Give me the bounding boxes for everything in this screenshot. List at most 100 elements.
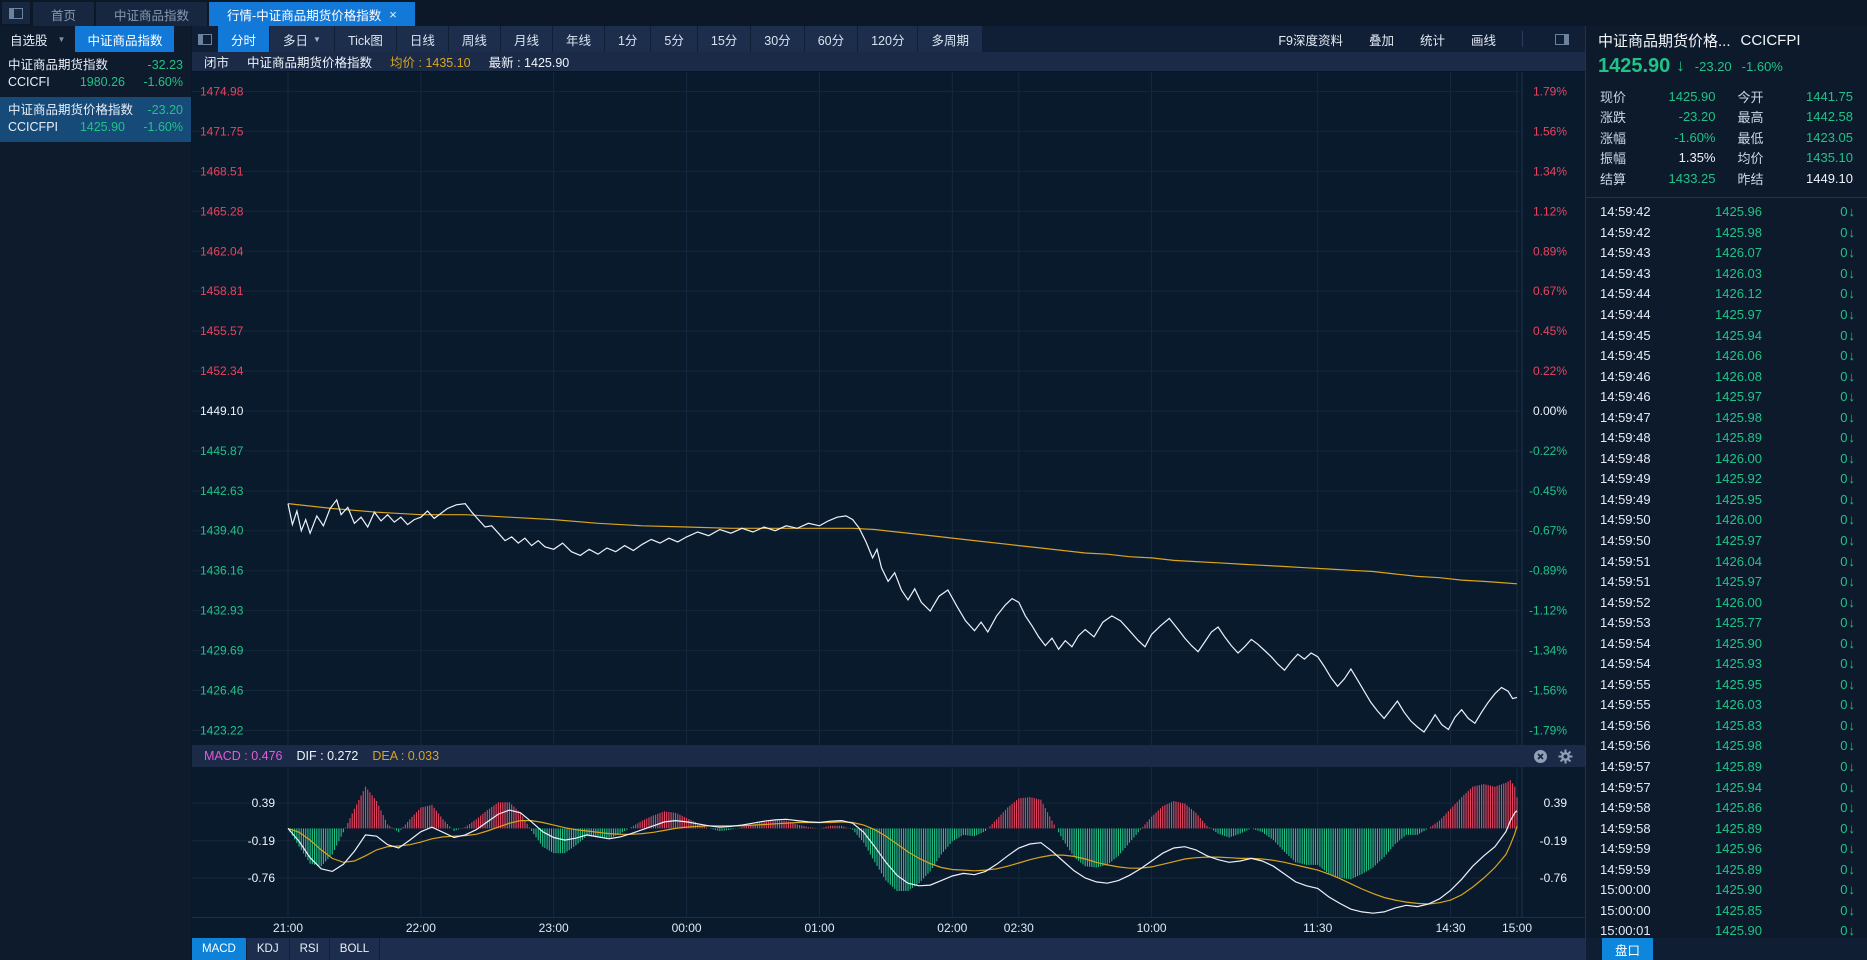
tick-price: 1425.93	[1715, 656, 1762, 672]
gear-icon[interactable]	[1558, 749, 1573, 764]
tick-row[interactable]: 14:59:51 1425.97 0↓	[1586, 571, 1867, 592]
chevron-down-icon: ▼	[57, 34, 66, 44]
tick-row[interactable]: 14:59:43 1426.03 0↓	[1586, 263, 1867, 284]
tab-pankou[interactable]: 盘口	[1602, 938, 1654, 960]
toolbar-action-统计[interactable]: 统计	[1420, 30, 1445, 49]
period-button-多日[interactable]: 多日 ▼	[270, 26, 334, 52]
tick-row[interactable]: 14:59:44 1426.12 0↓	[1586, 284, 1867, 305]
period-button-60分[interactable]: 60分	[804, 26, 858, 52]
tick-row[interactable]: 15:00:00 1425.90 0↓	[1586, 880, 1867, 901]
macd-chart[interactable]: 0.39 0.39 -0.19 -0.19 -0.76 -0.76	[192, 767, 1585, 917]
tick-price: 1425.98	[1715, 409, 1762, 425]
quote-field-value: 1433.25	[1668, 170, 1716, 186]
indicator-tab-RSI[interactable]: RSI	[290, 938, 330, 960]
period-button-日线[interactable]: 日线	[396, 26, 448, 52]
group-tab-active[interactable]: 中证商品指数	[75, 26, 175, 52]
tick-time: 14:59:48	[1600, 450, 1651, 466]
period-button-30分[interactable]: 30分	[751, 26, 804, 52]
toolbar-action-叠加[interactable]: 叠加	[1369, 30, 1394, 49]
tick-row[interactable]: 14:59:51 1426.04 0↓	[1586, 551, 1867, 572]
tick-row[interactable]: 14:59:55 1425.95 0↓	[1586, 674, 1867, 695]
down-arrow-icon: ↓	[1848, 389, 1856, 405]
close-icon[interactable]: ×	[389, 8, 397, 21]
tick-by-tick-list[interactable]: 14:59:42 1425.96 0↓ 14:59:42 1425.98 0↓ 14:59:…	[1586, 198, 1867, 938]
top-tab[interactable]: 行情-中证商品期货价格指数 ×	[209, 2, 415, 26]
tick-row[interactable]: 14:59:59 1425.89 0↓	[1586, 859, 1867, 880]
period-button-月线[interactable]: 月线	[500, 26, 552, 52]
tick-time: 14:59:47	[1600, 409, 1651, 425]
indicator-tab-MACD[interactable]: MACD	[192, 938, 247, 960]
tick-row[interactable]: 14:59:54 1425.90 0↓	[1586, 633, 1867, 654]
toggle-right-panel-button[interactable]	[1549, 33, 1575, 45]
top-tab[interactable]: 首页	[33, 2, 95, 26]
tick-volume: 0↓	[1840, 676, 1855, 692]
tick-row[interactable]: 14:59:42 1425.98 0↓	[1586, 222, 1867, 243]
tick-row[interactable]: 14:59:54 1425.93 0↓	[1586, 654, 1867, 675]
tick-row[interactable]: 14:59:45 1426.06 0↓	[1586, 345, 1867, 366]
tick-row[interactable]: 14:59:56 1425.98 0↓	[1586, 736, 1867, 757]
tick-row[interactable]: 14:59:42 1425.96 0↓	[1586, 202, 1867, 223]
indicator-tab-BOLL[interactable]: BOLL	[330, 938, 381, 960]
period-button-1分[interactable]: 1分	[604, 26, 651, 52]
toolbar-action-画线[interactable]: 画线	[1471, 30, 1496, 49]
tick-row[interactable]: 14:59:57 1425.89 0↓	[1586, 756, 1867, 777]
quote-field-label: 均价	[1737, 151, 1764, 167]
tick-row[interactable]: 15:00:01 1425.90 0↓	[1586, 921, 1867, 938]
tick-row[interactable]: 14:59:57 1425.94 0↓	[1586, 777, 1867, 798]
tick-row[interactable]: 14:59:45 1425.94 0↓	[1586, 325, 1867, 346]
watchlist-item-name: 中证商品期货价格指数	[8, 103, 134, 117]
tab-label: 行情-中证商品期货价格指数	[227, 8, 382, 23]
tick-row[interactable]: 14:59:50 1425.97 0↓	[1586, 530, 1867, 551]
quote-price-row: 1425.90 ↓ -23.20 -1.60%	[1586, 52, 1867, 80]
tick-row[interactable]: 14:59:46 1426.08 0↓	[1586, 366, 1867, 387]
tick-row[interactable]: 14:59:48 1425.89 0↓	[1586, 428, 1867, 449]
indicator-tab-KDJ[interactable]: KDJ	[247, 938, 290, 960]
tick-time: 15:00:00	[1600, 902, 1651, 918]
toolbar-action-F9深度资料[interactable]: F9深度资料	[1278, 30, 1343, 49]
period-button-Tick图[interactable]: Tick图	[334, 26, 396, 52]
tick-row[interactable]: 14:59:49 1425.95 0↓	[1586, 489, 1867, 510]
tick-row[interactable]: 14:59:53 1425.77 0↓	[1586, 612, 1867, 633]
tick-row[interactable]: 14:59:49 1425.92 0↓	[1586, 469, 1867, 490]
tick-row[interactable]: 14:59:59 1425.96 0↓	[1586, 838, 1867, 859]
close-indicator-icon[interactable]	[1533, 749, 1548, 764]
tick-row[interactable]: 14:59:43 1426.07 0↓	[1586, 243, 1867, 264]
period-button-多周期[interactable]: 多周期	[918, 26, 982, 52]
tick-row[interactable]: 14:59:58 1425.86 0↓	[1586, 797, 1867, 818]
period-button-120分[interactable]: 120分	[858, 26, 918, 52]
top-tab[interactable]: 中证商品指数	[96, 2, 208, 26]
tick-row[interactable]: 14:59:52 1426.00 0↓	[1586, 592, 1867, 613]
tick-row[interactable]: 14:59:50 1426.00 0↓	[1586, 510, 1867, 531]
quote-title-row: 中证商品期货价格... CCICFPI	[1586, 26, 1867, 52]
tick-time: 14:59:52	[1600, 594, 1651, 610]
quote-field-value: 1.35%	[1678, 150, 1716, 166]
period-button-年线[interactable]: 年线	[552, 26, 604, 52]
tick-volume: 0↓	[1840, 923, 1855, 938]
tick-row[interactable]: 14:59:55 1426.03 0↓	[1586, 695, 1867, 716]
percent-axis-label: 1.56%	[1533, 124, 1567, 138]
collapse-panel-button[interactable]	[192, 26, 218, 52]
down-arrow-icon: ↓	[1848, 882, 1856, 898]
tick-price: 1426.00	[1715, 594, 1762, 610]
watchlist-item[interactable]: 中证商品期货指数 -32.23 CCICFI 1980.26 -1.60%	[0, 52, 191, 97]
tick-row[interactable]: 14:59:47 1425.98 0↓	[1586, 407, 1867, 428]
period-button-5分[interactable]: 5分	[651, 26, 697, 52]
tick-row[interactable]: 14:59:46 1425.97 0↓	[1586, 386, 1867, 407]
intraday-price-chart[interactable]: 1474.98 1.79% 1471.75 1.56% 1468.51 1.34% 1465…	[192, 72, 1585, 745]
group-dropdown[interactable]: 自选股 ▼	[0, 26, 75, 52]
period-button-分时[interactable]: 分时	[218, 26, 270, 52]
tick-row[interactable]: 14:59:48 1426.00 0↓	[1586, 448, 1867, 469]
tick-time: 14:59:49	[1600, 491, 1651, 507]
tick-row[interactable]: 14:59:56 1425.83 0↓	[1586, 715, 1867, 736]
watchlist-item[interactable]: 中证商品期货价格指数 -23.20 CCICFPI 1425.90 -1.60%	[0, 97, 191, 142]
period-button-周线[interactable]: 周线	[448, 26, 500, 52]
tick-time: 14:59:50	[1600, 533, 1651, 549]
tick-row[interactable]: 14:59:58 1425.89 0↓	[1586, 818, 1867, 839]
tick-row[interactable]: 14:59:44 1425.97 0↓	[1586, 304, 1867, 325]
tick-price: 1425.89	[1715, 759, 1762, 775]
percent-axis-label: 1.12%	[1533, 204, 1567, 218]
tick-row[interactable]: 15:00:00 1425.85 0↓	[1586, 900, 1867, 921]
sidebar-toggle-button[interactable]	[2, 2, 30, 24]
period-button-15分[interactable]: 15分	[697, 26, 751, 52]
quote-field-value: 1449.10	[1806, 170, 1853, 186]
